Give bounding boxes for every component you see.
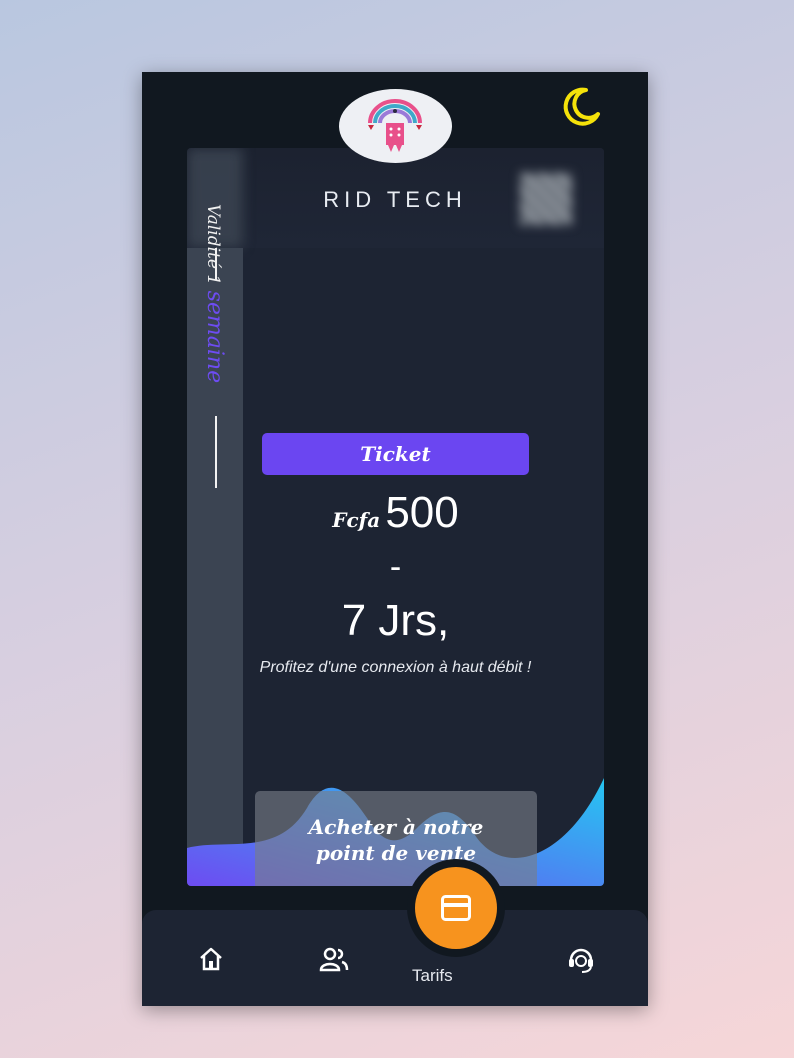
nav-label-tarifs[interactable]: Tarifs [412, 966, 453, 986]
price: Fcfa 500 [187, 488, 604, 538]
support-headset-icon[interactable] [566, 944, 596, 974]
users-icon[interactable] [319, 946, 349, 972]
ticket-card: Validité 1 semaine Ticket Fcfa 500 - 7 J… [187, 148, 604, 886]
buy-button-label: Acheter à notre point de vente [308, 815, 484, 865]
card-icon [441, 895, 471, 921]
divider-line [215, 416, 217, 488]
moon-icon[interactable] [560, 86, 602, 128]
ticket-label: Ticket [262, 433, 529, 475]
price-amount: 500 [385, 488, 459, 537]
validity-unit: semaine [202, 290, 227, 384]
rid-tech-logo-icon [368, 99, 422, 152]
bottom-navbar [142, 910, 648, 1006]
brand-name: RID TECH [323, 187, 467, 212]
phone-screen: Validité 1 semaine Ticket Fcfa 500 - 7 J… [142, 72, 648, 1006]
ticket-duration: 7 Jrs, [341, 596, 450, 645]
price-separator: - [389, 548, 402, 586]
validity-prefix: Validité 1 [203, 204, 223, 286]
buy-at-point-of-sale-button[interactable]: Acheter à notre point de vente [255, 791, 537, 886]
price-currency: Fcfa [332, 508, 381, 532]
logo-badge [339, 89, 452, 163]
ticket-description: Profitez d'une connexion à haut débit ! [259, 659, 532, 676]
home-icon[interactable] [198, 946, 224, 972]
tarifs-fab-button[interactable] [415, 867, 497, 949]
